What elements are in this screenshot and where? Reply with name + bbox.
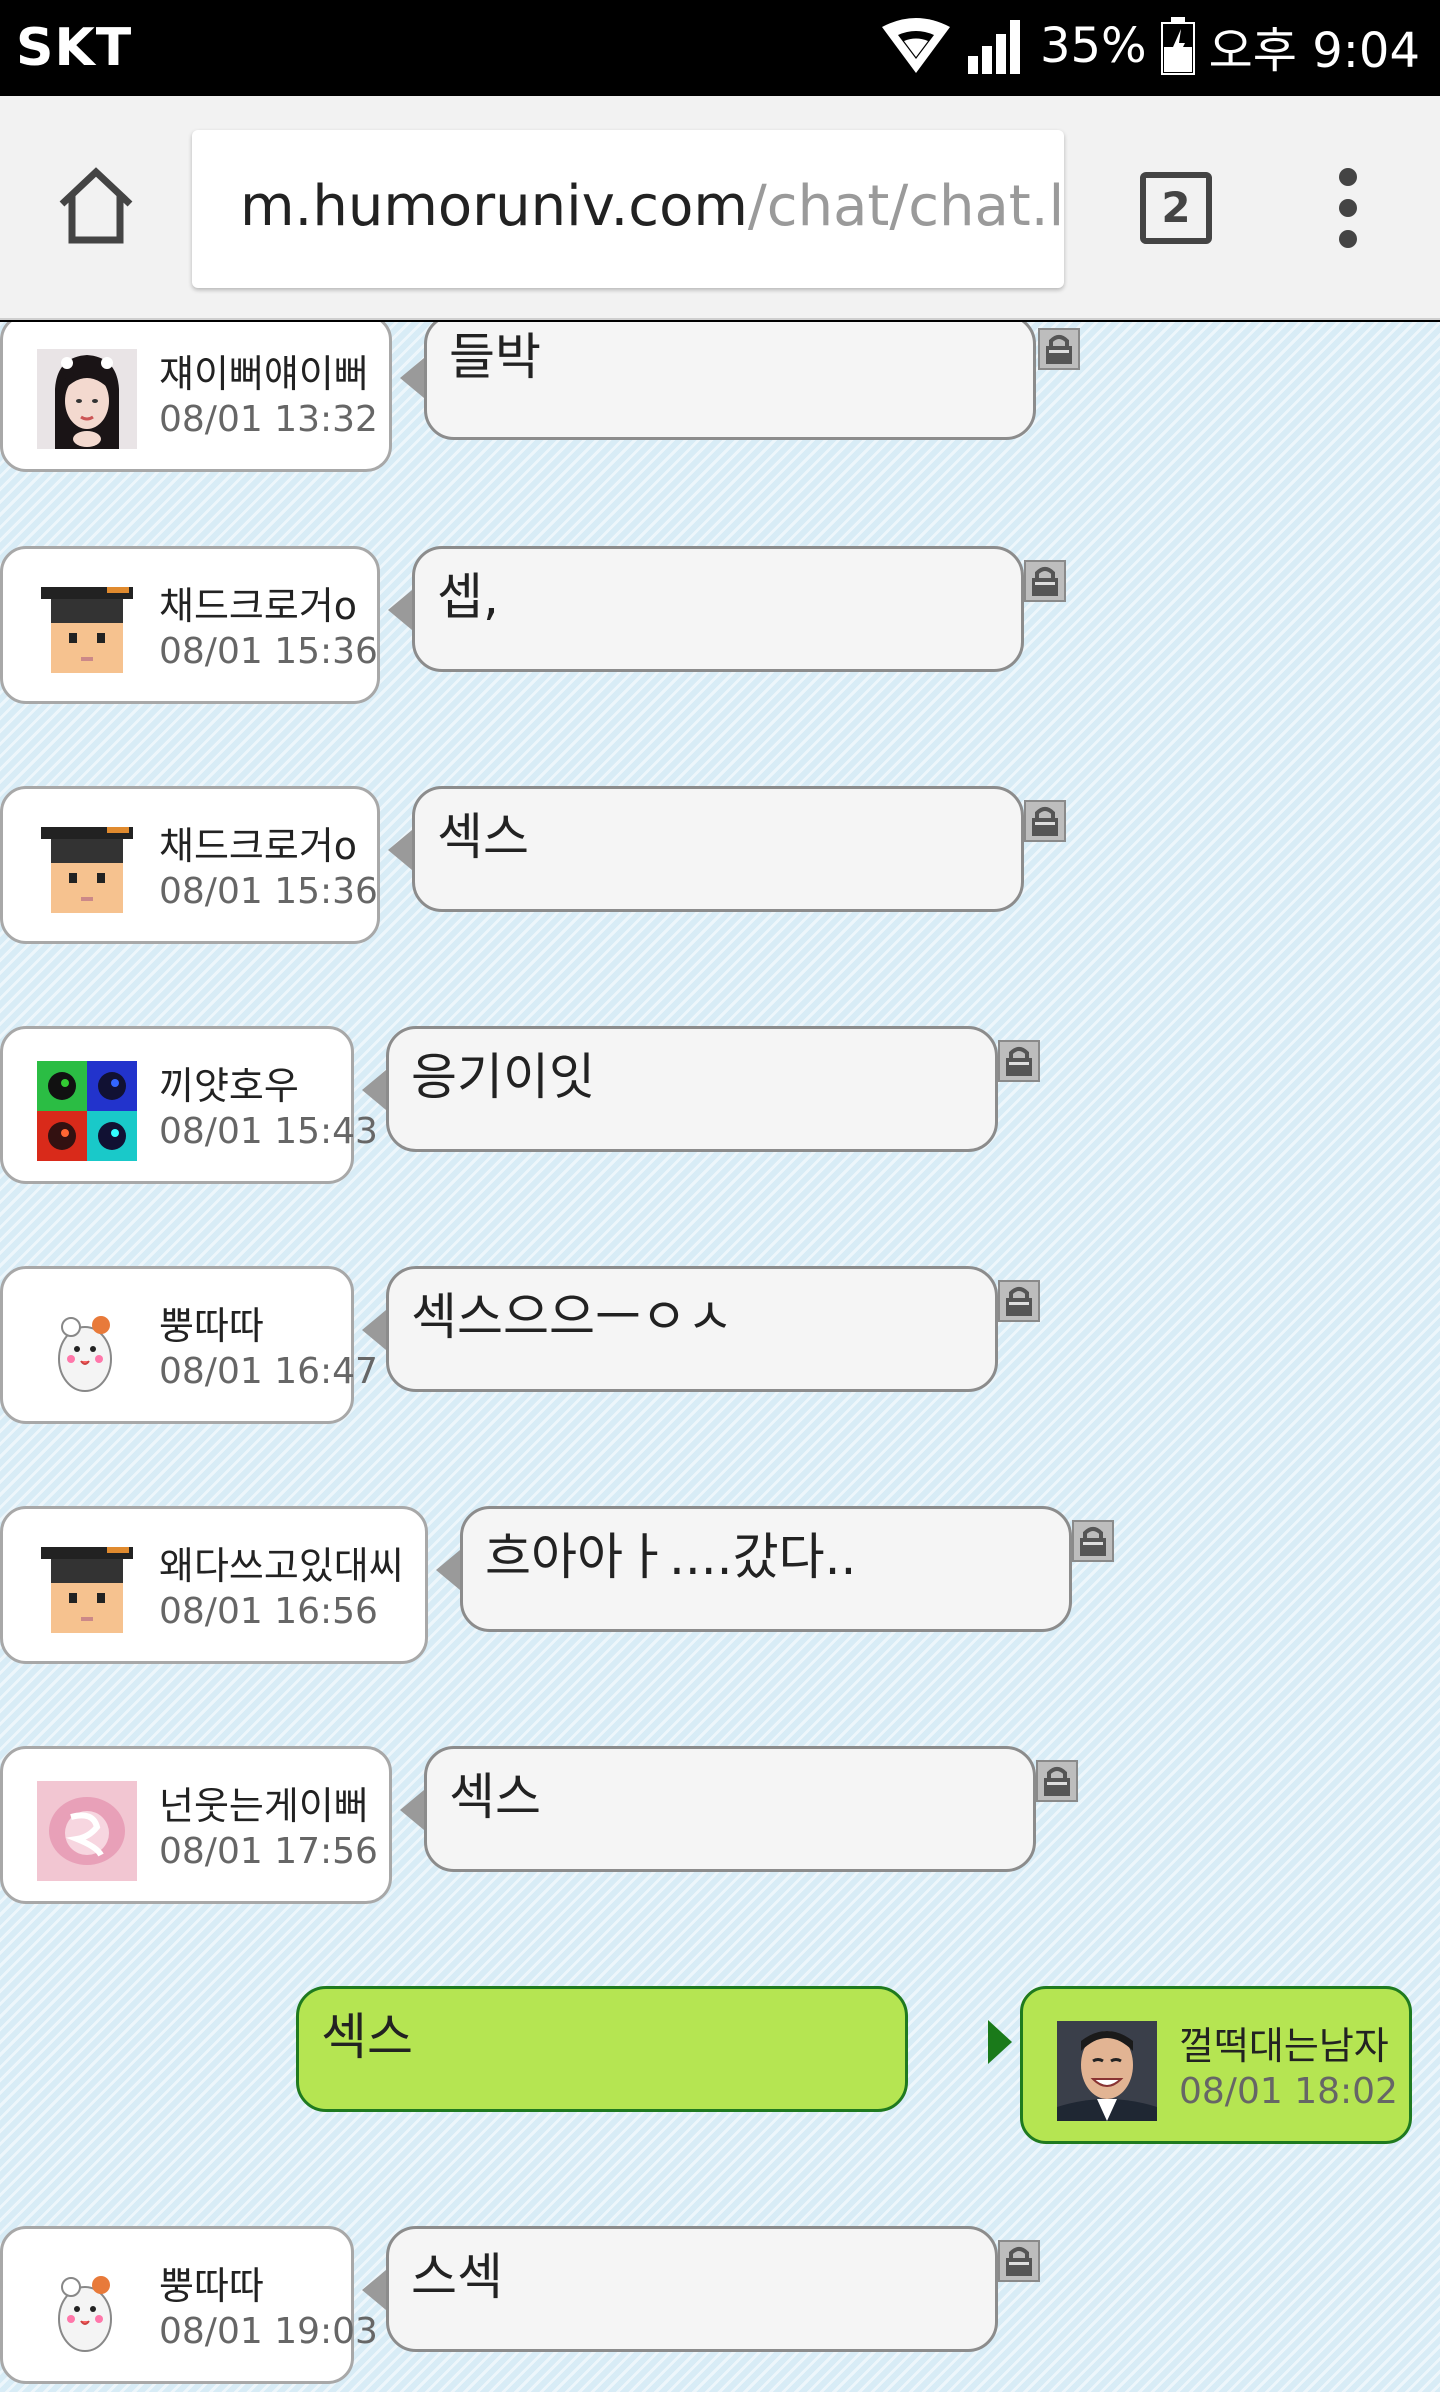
chat-message: 왜다쓰고있대씨 08/01 16:56 흐아아ㅏ....갔다.. [0, 1506, 1440, 1676]
my-chat-message: 섹스 껄떡대는남자 08/01 18:02 [0, 1986, 1440, 2156]
home-icon[interactable] [56, 166, 136, 246]
clock: 오후 9:04 [1208, 23, 1420, 79]
timestamp: 08/01 15:36 [159, 631, 378, 672]
nickname: 껄떡대는남자 [1179, 2024, 1389, 2068]
message-bubble[interactable]: 응기이잇 [386, 1026, 998, 1152]
timestamp: 08/01 15:36 [159, 871, 378, 912]
url-host: m.humoruniv.com [240, 174, 748, 239]
message-bubble[interactable]: 흐아아ㅏ....갔다.. [460, 1506, 1072, 1632]
chat-message: 채드크로거o 08/01 15:36 섹스 [0, 786, 1440, 956]
bubble-tail [388, 830, 412, 870]
profile-card[interactable]: 왜다쓰고있대씨 08/01 16:56 [0, 1506, 428, 1664]
profile-card[interactable]: 끼얏호우 08/01 15:43 [0, 1026, 378, 1184]
lock-icon[interactable] [998, 2240, 1040, 2282]
message-text: 들박 [449, 328, 541, 386]
profile-card[interactable]: 뿡따따 08/01 19:03 [0, 2226, 378, 2384]
message-text: 흐아아ㅏ....갔다.. [485, 1528, 857, 1586]
my-message-bubble[interactable]: 섹스 [296, 1986, 908, 2112]
url-text: m.humoruniv.com/chat/chat.l [240, 174, 1064, 239]
timestamp: 08/01 13:32 [159, 399, 378, 440]
message-bubble[interactable]: 섹스 [424, 1746, 1036, 1872]
battery-icon [1160, 17, 1195, 75]
message-bubble[interactable]: 섹스으으ㅡㅇㅅ [386, 1266, 998, 1392]
bubble-tail [988, 2020, 1012, 2064]
profile-card[interactable]: 넌웃는게이뻐 08/01 17:56 [0, 1746, 392, 1904]
message-text: 섹스 [321, 2008, 413, 2066]
tab-switcher-button[interactable]: 2 [1140, 172, 1212, 244]
graduate-cap-avatar [37, 821, 137, 921]
lock-icon[interactable] [998, 1280, 1040, 1322]
chat-message: 채드크로거o 08/01 15:36 셉, [0, 546, 1440, 716]
lock-icon[interactable] [1024, 800, 1066, 842]
profile-card[interactable]: 채드크로거o 08/01 15:36 [0, 546, 380, 704]
bubble-tail [436, 1550, 460, 1590]
lock-icon[interactable] [1036, 1760, 1078, 1802]
timestamp: 08/01 19:03 [159, 2311, 378, 2352]
pink-blur-avatar [37, 1781, 137, 1881]
signal-icon [967, 20, 1020, 74]
lock-icon[interactable] [1038, 328, 1080, 370]
bubble-tail [400, 1790, 424, 1830]
nickname: 채드크로거o [159, 584, 358, 628]
bubble-tail [388, 590, 412, 630]
chat-message: 뿡따따 08/01 19:03 스섹 [0, 2226, 1440, 2392]
wifi-icon [881, 18, 950, 73]
message-text: 섹스으으ㅡㅇㅅ [411, 1288, 733, 1346]
timestamp: 08/01 16:56 [159, 1591, 378, 1632]
profile-card[interactable]: 쟤이뻐얘이뻐 08/01 13:32 [0, 322, 392, 472]
status-right: 35% 오후 9:04 [880, 14, 1420, 79]
message-text: 섹스 [449, 1768, 541, 1826]
message-bubble[interactable]: 스섹 [386, 2226, 998, 2352]
timestamp: 08/01 17:56 [159, 1831, 378, 1872]
pop-art-avatar [37, 1061, 137, 1161]
message-bubble[interactable]: 셉, [412, 546, 1024, 672]
message-text: 셉, [437, 568, 499, 626]
graduate-cap-avatar [37, 1541, 137, 1641]
chat-message: 넌웃는게이뻐 08/01 17:56 섹스 [0, 1746, 1440, 1916]
overflow-menu-icon[interactable] [1330, 168, 1366, 248]
message-text: 응기이잇 [411, 1048, 595, 1106]
lock-icon[interactable] [1024, 560, 1066, 602]
lock-icon[interactable] [998, 1040, 1040, 1082]
profile-card[interactable]: 뿡따따 08/01 16:47 [0, 1266, 378, 1424]
hamster-avatar [37, 1301, 137, 1401]
browser-toolbar: m.humoruniv.com/chat/chat.l 2 [0, 96, 1440, 320]
battery-percent: 35% [1039, 18, 1147, 74]
my-profile-card[interactable]: 껄떡대는남자 08/01 18:02 [1020, 1986, 1412, 2144]
lock-icon[interactable] [1072, 1520, 1114, 1562]
bubble-tail [400, 358, 424, 398]
timestamp: 08/01 18:02 [1179, 2071, 1398, 2112]
timestamp: 08/01 15:43 [159, 1111, 378, 1152]
carrier-label: SKT [16, 18, 133, 78]
chat-list[interactable]: 쟤이뻐얘이뻐 08/01 13:32 들박 채드크로거o 08/01 15:36… [0, 322, 1440, 2392]
bubble-tail [362, 1310, 386, 1350]
nickname: 뿡따따 [159, 2264, 264, 2308]
graduate-cap-avatar [37, 581, 137, 681]
nickname: 왜다쓰고있대씨 [159, 1544, 404, 1588]
nickname: 채드크로거o [159, 824, 358, 868]
profile-card[interactable]: 채드크로거o 08/01 15:36 [0, 786, 380, 944]
photo-girl-avatar [37, 349, 137, 449]
hamster-avatar [37, 2261, 137, 2361]
smiling-man-avatar [1057, 2021, 1157, 2121]
bubble-tail [362, 1070, 386, 1110]
url-path: /chat/chat.l [747, 174, 1064, 239]
url-bar[interactable]: m.humoruniv.com/chat/chat.l [192, 130, 1064, 288]
nickname: 끼얏호우 [159, 1064, 299, 1108]
message-bubble[interactable]: 섹스 [412, 786, 1024, 912]
message-text: 스섹 [411, 2248, 503, 2306]
nickname: 쟤이뻐얘이뻐 [159, 352, 369, 396]
status-bar: SKT 35% 오후 9:04 [0, 0, 1440, 96]
chat-message: 뿡따따 08/01 16:47 섹스으으ㅡㅇㅅ [0, 1266, 1440, 1436]
nickname: 넌웃는게이뻐 [159, 1784, 369, 1828]
chat-message: 쟤이뻐얘이뻐 08/01 13:32 들박 [0, 322, 1440, 484]
message-text: 섹스 [437, 808, 529, 866]
nickname: 뿡따따 [159, 1304, 264, 1348]
bubble-tail [362, 2270, 386, 2310]
chat-message: 끼얏호우 08/01 15:43 응기이잇 [0, 1026, 1440, 1196]
timestamp: 08/01 16:47 [159, 1351, 378, 1392]
message-bubble[interactable]: 들박 [424, 322, 1036, 440]
